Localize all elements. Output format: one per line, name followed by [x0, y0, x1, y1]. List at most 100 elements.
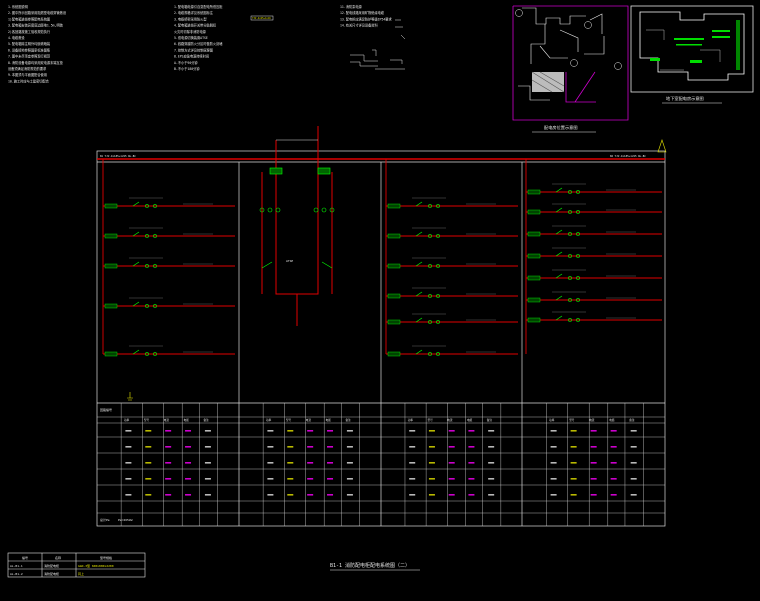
title-block-text: 编号 名称 型号规格 AL-B1-1 消防配电柜 GGD-3型 600x800x…	[10, 555, 114, 576]
table-col-header: 电缆	[184, 418, 190, 422]
table-cell-mark	[307, 430, 314, 432]
table-cell-mark	[610, 478, 617, 480]
table-cell-mark	[145, 478, 152, 480]
table-cell-mark	[287, 462, 294, 464]
breaker-symbol	[132, 261, 140, 267]
note-line: 6.线路穿越防火分区时做防火封堵	[174, 41, 223, 46]
table-col-header: 功率	[549, 418, 555, 422]
breaker-symbol	[132, 201, 140, 207]
table-cell-mark	[570, 446, 577, 448]
table-col-header: 电缆	[467, 418, 473, 422]
table-cell-mark	[468, 462, 475, 464]
tb-header-1: 编号	[22, 555, 28, 560]
table-cell-mark	[590, 494, 597, 496]
circuit-tag	[387, 233, 401, 239]
note-line: 13.配电柜应满足防护等级IP54要求	[340, 16, 392, 21]
incoming-feeders: N1 YJV-4x185+1x95 WL-BC N2 YJV-4x185+1x9…	[97, 126, 667, 160]
circuit-tag	[387, 319, 401, 325]
note-line: 设备须满足消防规范的要求	[8, 66, 47, 71]
table-col-header: 功率	[266, 418, 272, 422]
table-cell-mark	[125, 430, 132, 432]
circuit-tag	[527, 231, 541, 237]
basement-plan-caption: 地下室配电房示意图	[666, 95, 704, 102]
basement-plan: 地下室配电房示意图	[630, 5, 754, 104]
notes-legend: YJV-4x25+1x16	[250, 15, 406, 70]
breaker-symbol	[415, 201, 423, 207]
table-cell-mark	[125, 446, 132, 448]
table-cell-mark	[550, 494, 557, 496]
note-line: 7.控制方式详见控制原理图	[174, 47, 213, 52]
table-cell-mark	[346, 478, 353, 480]
notes-column-1: 1.系统图说明2.图中所示回路采用阻燃型电缆穿管敷设 1)配电箱进线参照配电系统…	[8, 4, 67, 83]
table-cell-mark	[267, 478, 274, 480]
note-line: 8.EPS应急电源持续时间	[174, 54, 209, 59]
tb-row2-c3: 同上	[78, 571, 84, 576]
ats-section: ATSE	[259, 159, 335, 326]
table-cell-mark	[570, 430, 577, 432]
table-cell-mark	[307, 462, 314, 464]
note-line: A-不小于90分钟	[174, 60, 198, 65]
table-col-header: 备注	[204, 418, 210, 422]
site-markers	[515, 9, 622, 70]
note-line: 1.系统图说明	[8, 4, 28, 9]
table-cell-mark	[185, 494, 192, 496]
table-cell-mark	[488, 494, 495, 496]
table-cell-mark	[610, 446, 617, 448]
table-col-header: 电缆	[609, 418, 615, 422]
table-cell-mark	[165, 462, 172, 464]
drawing-title: B1-1 消防配电柜配电系统图（二）	[330, 562, 410, 569]
table-cell-mark	[590, 446, 597, 448]
table-cell-mark	[125, 494, 132, 496]
note-line: 7.图中未尽事宜参照现行规范	[8, 54, 51, 59]
tb-header-3: 型号规格	[100, 555, 112, 560]
table-cell-mark	[267, 446, 274, 448]
table-cell-mark	[267, 430, 274, 432]
breaker-symbol	[555, 187, 563, 193]
breaker-symbol	[555, 295, 563, 301]
site-plan: 配电房位置示意图	[512, 5, 629, 133]
tb-row1-c1: AL-B1-1	[10, 564, 23, 568]
table-cell-mark	[590, 462, 597, 464]
table-cell-mark	[630, 494, 637, 496]
table-col-header: 功率	[124, 418, 130, 422]
table-cell-mark	[267, 494, 274, 496]
circuit-tag	[527, 253, 541, 259]
cable-tag: YJV-4x25+1x16	[252, 17, 271, 20]
table-cell-mark	[346, 446, 353, 448]
table-cell-mark	[145, 446, 152, 448]
table-cell-mark	[165, 430, 172, 432]
note-line: 1.配电箱电源引自变配电所低压柜	[174, 4, 223, 9]
table-cell-mark	[145, 430, 152, 432]
table-cell-mark	[327, 462, 334, 464]
table-cell-mark	[287, 494, 294, 496]
table-cell-mark	[145, 494, 152, 496]
breaker-symbol	[132, 301, 140, 307]
circuit-tag	[527, 317, 541, 323]
note-line: 9.本图须与平面图配合使用	[8, 72, 47, 77]
table-cell-mark	[346, 494, 353, 496]
breaker-symbol	[555, 251, 563, 257]
incoming-label-left: N1 YJV-4x185+1x95 WL-BC	[100, 154, 136, 158]
note-line: 14.有关尺寸详见设备资料	[340, 23, 378, 28]
note-line: 5.双电源切换装置ATSE	[174, 35, 208, 40]
table-col-header: 电流	[164, 418, 170, 422]
table-bottom-left: 总计Pe	[100, 517, 110, 522]
note-line: B-不小于180分钟	[174, 66, 200, 71]
incoming-label-right: N2 YJV-4x185+1x95 WL-BC	[610, 154, 646, 158]
table-cell-mark	[488, 430, 495, 432]
table-cell-mark	[630, 462, 637, 464]
table-col-header: 功率	[408, 418, 414, 422]
table-cell-mark	[307, 478, 314, 480]
table-cell-mark	[610, 462, 617, 464]
note-line: 3.配电箱安装高度底边距地1.5m,明装	[8, 23, 64, 28]
table-cell-mark	[630, 478, 637, 480]
table-cell-mark	[409, 446, 416, 448]
note-line: 8.消防设备电源均采用双电源末端互投	[8, 60, 64, 65]
table-col-header: 型号	[428, 418, 434, 422]
table-cell-mark	[307, 494, 314, 496]
table-cell-mark	[550, 478, 557, 480]
table-cell-mark	[165, 478, 172, 480]
table-col-header: 备注	[346, 418, 352, 422]
table-cell-mark	[165, 494, 172, 496]
table-cell-mark	[287, 430, 294, 432]
